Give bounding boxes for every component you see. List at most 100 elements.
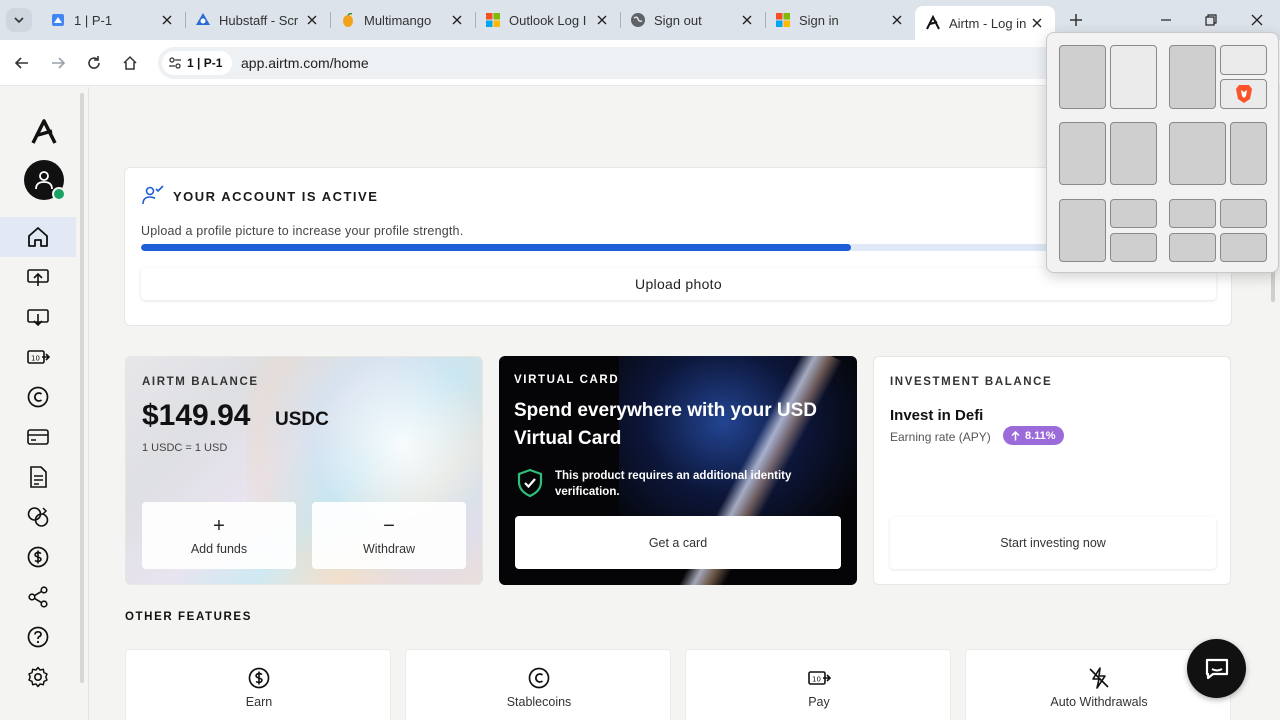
snap-layout-quad-top-right[interactable] xyxy=(1220,45,1267,75)
gear-icon xyxy=(28,666,48,688)
close-icon[interactable] xyxy=(304,12,320,28)
airtm-icon xyxy=(925,15,941,31)
tab-sign-in[interactable]: Sign in xyxy=(765,6,915,34)
start-investing-button[interactable]: Start investing now xyxy=(890,517,1216,569)
snap-layout-three-top-right[interactable] xyxy=(1110,199,1157,228)
account-status-description: Upload a profile picture to increase you… xyxy=(141,224,464,238)
deposit-icon xyxy=(27,269,49,286)
minimize-button[interactable] xyxy=(1156,10,1176,30)
snap-layout-grid-bottom-right[interactable] xyxy=(1220,233,1267,262)
sidebar-item-referrals[interactable] xyxy=(0,577,76,617)
sidebar-scrollbar[interactable] xyxy=(80,93,84,683)
sidebar-item-exchange[interactable] xyxy=(0,497,76,537)
google-maps-icon xyxy=(50,12,66,28)
snap-layout-left-half[interactable] xyxy=(1059,45,1106,109)
feature-stablecoins[interactable]: Stablecoins xyxy=(405,649,671,720)
tab-title: 1 | P-1 xyxy=(74,12,113,28)
get-card-button[interactable]: Get a card xyxy=(515,516,841,569)
sidebar-item-withdraw[interactable] xyxy=(0,297,76,337)
other-features-title: OTHER FEATURES xyxy=(125,611,252,623)
snap-layout-narrow-right[interactable] xyxy=(1230,122,1267,185)
snap-layout-three-left[interactable] xyxy=(1059,199,1106,262)
reload-button[interactable] xyxy=(84,53,104,73)
home-button[interactable] xyxy=(120,53,140,73)
apy-value: 8.11% xyxy=(1025,429,1056,442)
feature-earn[interactable]: Earn xyxy=(125,649,391,720)
arrow-up-icon xyxy=(1011,430,1020,440)
airtm-logo-icon[interactable] xyxy=(30,118,58,146)
sidebar-item-cards[interactable] xyxy=(0,417,76,457)
tab-multimango[interactable]: Multimango xyxy=(330,6,476,34)
investment-heading: Invest in Defi xyxy=(890,407,984,424)
support-chat-button[interactable] xyxy=(1187,639,1246,698)
account-status-title: YOUR ACCOUNT IS ACTIVE xyxy=(173,189,379,204)
profile-strength-progress-fill xyxy=(141,244,851,251)
sidebar-item-help[interactable] xyxy=(0,617,76,657)
investment-label: INVESTMENT BALANCE xyxy=(890,376,1053,388)
back-button[interactable] xyxy=(12,53,32,73)
brave-browser-icon xyxy=(1235,85,1252,103)
tab-sign-out[interactable]: Sign out xyxy=(620,6,766,34)
close-icon[interactable] xyxy=(1029,15,1045,31)
document-icon xyxy=(30,466,47,488)
window-close-button[interactable] xyxy=(1247,10,1267,30)
arrow-right-icon xyxy=(52,57,66,69)
close-icon[interactable] xyxy=(594,12,610,28)
tab-title: Multimango xyxy=(364,12,432,28)
snap-layout-right-half[interactable] xyxy=(1110,45,1157,109)
balance-unit: USDC xyxy=(275,409,329,430)
restore-button[interactable] xyxy=(1201,10,1221,30)
add-funds-button[interactable]: + Add funds xyxy=(142,502,296,569)
tab-p1[interactable]: 1 | P-1 xyxy=(40,6,186,34)
site-info-chip[interactable]: 1 | P-1 xyxy=(162,51,233,75)
arrow-left-icon xyxy=(14,57,28,69)
tab-hubstaff[interactable]: Hubstaff - Scr xyxy=(185,6,331,34)
tab-title: Sign out xyxy=(654,12,702,28)
tab-title: Airtm - Log in xyxy=(949,15,1027,31)
snap-layout-quad-left[interactable] xyxy=(1169,45,1216,109)
dollar-circle-icon xyxy=(27,546,49,568)
sidebar-item-stablecoins[interactable] xyxy=(0,377,76,417)
close-icon[interactable] xyxy=(159,12,175,28)
stablecoin-icon xyxy=(528,667,550,689)
exchange-icon xyxy=(27,507,49,527)
new-tab-button[interactable] xyxy=(1066,10,1086,30)
microsoft-icon xyxy=(485,12,501,28)
snap-layout-popup xyxy=(1046,32,1279,273)
balance-label: AIRTM BALANCE xyxy=(142,376,259,388)
feature-pay[interactable]: 10 Pay xyxy=(685,649,951,720)
snap-layout-thirds-left[interactable] xyxy=(1059,122,1106,185)
close-icon[interactable] xyxy=(739,12,755,28)
close-icon xyxy=(1251,14,1263,26)
url-text: app.airtm.com/home xyxy=(241,55,369,71)
shield-check-icon xyxy=(517,468,543,498)
home-icon xyxy=(123,55,137,70)
snap-layout-grid-top-right[interactable] xyxy=(1220,199,1267,228)
snap-layout-grid-bottom-left[interactable] xyxy=(1169,233,1216,262)
plus-icon: + xyxy=(213,514,225,537)
withdraw-label: Withdraw xyxy=(362,541,416,556)
snap-layout-quad-bottom-right[interactable] xyxy=(1220,79,1267,109)
svg-text:10: 10 xyxy=(31,355,40,363)
sidebar-item-earn[interactable] xyxy=(0,537,76,577)
tab-search-button[interactable] xyxy=(6,8,32,32)
snap-layout-thirds-right[interactable] xyxy=(1110,122,1157,185)
forward-button[interactable] xyxy=(48,53,68,73)
sidebar-item-statements[interactable] xyxy=(0,457,76,497)
tab-airtm[interactable]: Airtm - Log in xyxy=(915,6,1055,40)
sidebar-item-settings[interactable] xyxy=(0,657,76,697)
withdraw-button[interactable]: − Withdraw xyxy=(312,502,466,569)
close-icon[interactable] xyxy=(449,12,465,28)
pay-icon: 10 xyxy=(27,350,50,364)
sidebar-item-pay[interactable]: 10 xyxy=(0,337,76,377)
virtual-card-title: Spend everywhere with your USD Virtual C… xyxy=(514,400,818,449)
feature-label: Auto Withdrawals xyxy=(1050,695,1148,709)
snap-layout-three-bottom-right[interactable] xyxy=(1110,233,1157,262)
tab-outlook[interactable]: Outlook Log I xyxy=(475,6,621,34)
snap-layout-grid-top-left[interactable] xyxy=(1169,199,1216,228)
auto-withdrawal-icon xyxy=(1089,667,1109,689)
sidebar-item-add-funds[interactable] xyxy=(0,257,76,297)
snap-layout-wide-left[interactable] xyxy=(1169,122,1226,185)
sidebar-item-home[interactable] xyxy=(0,217,76,257)
close-icon[interactable] xyxy=(889,12,905,28)
